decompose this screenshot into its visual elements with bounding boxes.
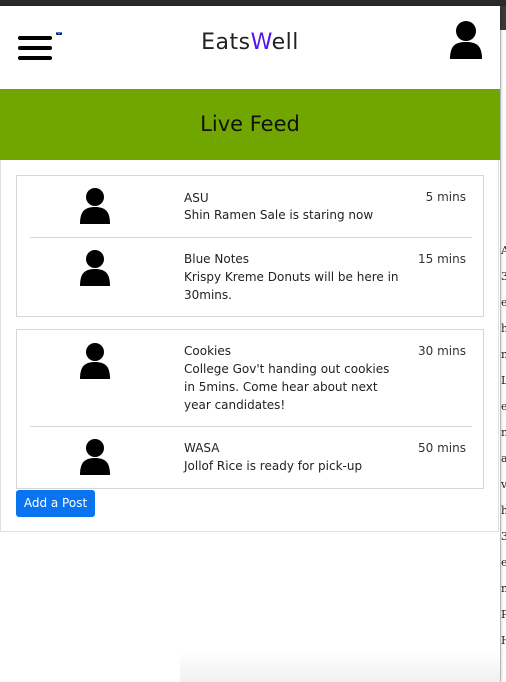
background-text: ep	[501, 296, 506, 309]
user-icon[interactable]	[448, 20, 484, 60]
live-feed-banner: Live Feed	[0, 89, 500, 160]
background-text: P	[501, 608, 506, 621]
background-text: 3	[501, 530, 506, 543]
user-avatar-icon	[80, 343, 110, 379]
navbar: EatsWell	[0, 6, 500, 90]
app-window: EatsWell Live Feed ASU Shin Ramen Sale i…	[0, 6, 500, 682]
background-text: n	[501, 426, 506, 439]
background-text: L	[501, 374, 506, 387]
user-avatar-icon	[80, 188, 110, 224]
post-author: Cookies	[184, 344, 231, 358]
feed-card: Cookies College Gov't handing out cookie…	[16, 329, 484, 489]
background-text: ni	[501, 582, 506, 595]
post-author: ASU	[184, 191, 209, 205]
brand-accent: W	[250, 30, 272, 55]
background-text: 3	[501, 270, 506, 283]
post-author: Blue Notes	[184, 252, 250, 266]
post-author: WASA	[184, 441, 220, 455]
brand-logo[interactable]: EatsWell	[0, 30, 500, 55]
user-avatar-icon	[80, 439, 110, 475]
feed-card: ASU Shin Ramen Sale is staring now 5 min…	[16, 175, 484, 317]
user-avatar-icon	[80, 250, 110, 286]
post-divider	[30, 237, 472, 238]
background-page-header	[500, 6, 506, 30]
background-text: ne	[501, 348, 506, 361]
post-time: 5 mins	[425, 190, 466, 204]
post-message: College Gov't handing out cookies in 5mi…	[184, 362, 390, 412]
background-text: ac	[501, 452, 506, 465]
hamburger-icon-bar	[18, 56, 52, 60]
background-text: e	[501, 556, 506, 569]
screen: A 3 ep h ne L e n ac ve h 3 e ni P H Eat…	[0, 0, 506, 682]
post-message: Krispy Kreme Donuts will be here in 30mi…	[184, 270, 399, 302]
live-feed-title: Live Feed	[200, 112, 300, 136]
post-time: 50 mins	[418, 441, 466, 455]
brand-suffix: ell	[271, 30, 299, 55]
post-time: 30 mins	[418, 344, 466, 358]
background-text: ve	[501, 478, 506, 491]
brand-prefix: Eats	[201, 30, 251, 55]
add-post-button[interactable]: Add a Post	[16, 490, 95, 517]
post-divider	[30, 426, 472, 427]
background-text: A	[501, 244, 506, 257]
post-message: Jollof Rice is ready for pick-up	[184, 459, 363, 473]
background-page-edge: A 3 ep h ne L e n ac ve h 3 e ni P H	[500, 6, 506, 682]
background-text: H	[501, 634, 506, 647]
window-bottom-shadow	[180, 652, 500, 682]
background-text: e	[501, 400, 506, 413]
post-time: 15 mins	[418, 252, 466, 266]
background-text: h	[501, 504, 506, 517]
background-text: h	[501, 322, 506, 335]
post-message: Shin Ramen Sale is staring now	[184, 208, 374, 222]
